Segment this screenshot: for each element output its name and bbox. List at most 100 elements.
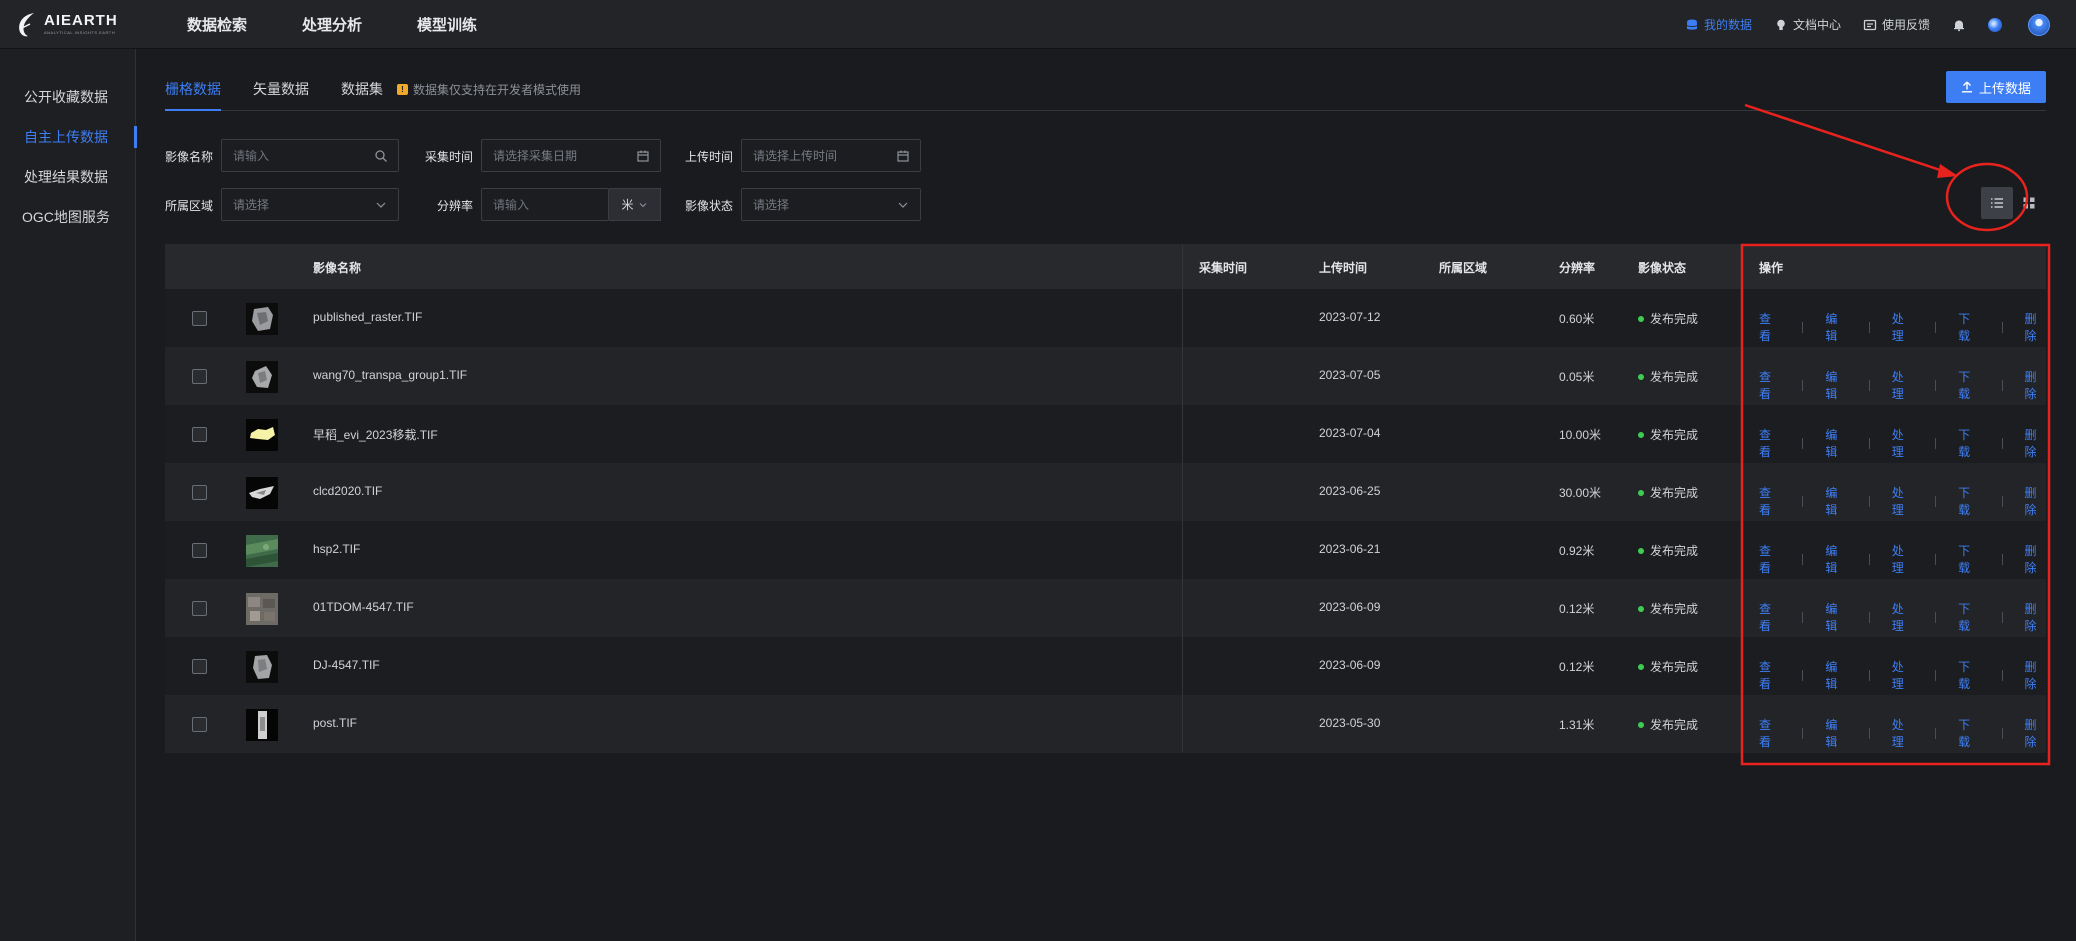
collect-date-picker[interactable]: 请选择采集日期 (481, 139, 661, 172)
process-button[interactable]: 处理 (1892, 484, 1913, 518)
row-actions: 查看 编辑 处理 下载 删除 (1759, 600, 2046, 634)
process-button[interactable]: 处理 (1892, 542, 1913, 576)
resolution-unit-select[interactable]: 米 (609, 188, 661, 221)
logo[interactable]: AIEARTH ANALYTICAL INSIGHTS EARTH (14, 10, 118, 38)
logo-name: AIEARTH (44, 12, 118, 29)
edit-button[interactable]: 编辑 (1825, 484, 1846, 518)
view-button[interactable]: 查看 (1759, 310, 1780, 344)
row-upload-time: 2023-06-09 (1319, 600, 1381, 614)
name-search-field[interactable] (221, 139, 399, 172)
delete-button[interactable]: 删除 (2025, 600, 2046, 634)
edit-button[interactable]: 编辑 (1825, 368, 1846, 402)
upload-date-picker[interactable]: 请选择上传时间 (741, 139, 921, 172)
sidebar-item-processing-results[interactable]: 处理结果数据 (0, 159, 136, 195)
edit-button[interactable]: 编辑 (1825, 716, 1846, 750)
row-actions: 查看 编辑 处理 下载 删除 (1759, 484, 2046, 518)
view-button[interactable]: 查看 (1759, 716, 1780, 750)
row-checkbox[interactable] (192, 659, 207, 674)
view-button[interactable]: 查看 (1759, 368, 1780, 402)
download-button[interactable]: 下载 (1958, 658, 1979, 692)
edit-button[interactable]: 编辑 (1825, 426, 1846, 460)
row-resolution: 1.31米 (1559, 718, 1595, 732)
process-button[interactable]: 处理 (1892, 426, 1913, 460)
docs-link[interactable]: 文档中心 (1774, 16, 1841, 33)
delete-button[interactable]: 删除 (2025, 368, 2046, 402)
upload-data-button[interactable]: 上传数据 (1946, 71, 2046, 103)
my-data-link[interactable]: 我的数据 (1685, 16, 1752, 33)
table-row: 01TDOM-4547.TIF 2023-06-09 0.12米 发布完成 查看… (165, 579, 2046, 637)
row-checkbox[interactable] (192, 427, 207, 442)
sidebar-item-public-favorites[interactable]: 公开收藏数据 (0, 79, 136, 115)
view-button[interactable]: 查看 (1759, 484, 1780, 518)
list-view-button[interactable] (1981, 187, 2013, 219)
view-button[interactable]: 查看 (1759, 426, 1780, 460)
status-dot (1638, 547, 1644, 554)
edit-button[interactable]: 编辑 (1825, 542, 1846, 576)
op-separator (2001, 727, 2003, 739)
delete-button[interactable]: 删除 (2025, 542, 2046, 576)
status-select[interactable]: 请选择 (741, 188, 921, 221)
edit-button[interactable]: 编辑 (1825, 310, 1846, 344)
status-dot (1638, 373, 1644, 380)
process-button[interactable]: 处理 (1892, 658, 1913, 692)
row-upload-time: 2023-05-30 (1319, 716, 1381, 730)
op-separator (1868, 379, 1870, 391)
grid-view-button[interactable] (2013, 187, 2045, 219)
row-checkbox[interactable] (192, 717, 207, 732)
process-button[interactable]: 处理 (1892, 368, 1913, 402)
download-button[interactable]: 下载 (1958, 368, 1979, 402)
op-separator (1935, 379, 1937, 391)
chevron-down-icon (376, 202, 386, 208)
row-status: 发布完成 (1638, 426, 1698, 443)
notifications-button[interactable] (1952, 18, 1966, 32)
tab-vector[interactable]: 矢量数据 (253, 79, 309, 99)
tab-dataset[interactable]: 数据集 (341, 79, 383, 99)
nav-data-search[interactable]: 数据检索 (187, 14, 247, 35)
row-checkbox[interactable] (192, 369, 207, 384)
nav-model-training[interactable]: 模型训练 (417, 14, 477, 35)
row-checkbox[interactable] (192, 601, 207, 616)
image-thumbnail (246, 535, 278, 567)
row-status: 发布完成 (1638, 542, 1698, 559)
resolution-field[interactable] (481, 188, 609, 221)
download-button[interactable]: 下载 (1958, 716, 1979, 750)
view-button[interactable]: 查看 (1759, 600, 1780, 634)
view-button[interactable]: 查看 (1759, 658, 1780, 692)
row-checkbox[interactable] (192, 311, 207, 326)
process-button[interactable]: 处理 (1892, 310, 1913, 344)
row-resolution: 0.12米 (1559, 660, 1595, 674)
row-actions: 查看 编辑 处理 下载 删除 (1759, 658, 2046, 692)
search-icon[interactable] (374, 149, 388, 163)
row-resolution: 30.00米 (1559, 486, 1602, 500)
download-button[interactable]: 下载 (1958, 600, 1979, 634)
delete-button[interactable]: 删除 (2025, 484, 2046, 518)
process-button[interactable]: 处理 (1892, 716, 1913, 750)
region-select[interactable]: 请选择 (221, 188, 399, 221)
edit-button[interactable]: 编辑 (1825, 658, 1846, 692)
language-button[interactable] (1988, 17, 2002, 32)
download-button[interactable]: 下载 (1958, 310, 1979, 344)
delete-button[interactable]: 删除 (2025, 658, 2046, 692)
resolution-input[interactable] (493, 197, 608, 212)
op-separator (1868, 727, 1870, 739)
row-checkbox[interactable] (192, 485, 207, 500)
row-status: 发布完成 (1638, 484, 1698, 501)
delete-button[interactable]: 删除 (2025, 310, 2046, 344)
row-name: 01TDOM-4547.TIF (313, 600, 414, 614)
view-button[interactable]: 查看 (1759, 542, 1780, 576)
edit-button[interactable]: 编辑 (1825, 600, 1846, 634)
row-checkbox[interactable] (192, 543, 207, 558)
delete-button[interactable]: 删除 (2025, 426, 2046, 460)
sidebar-item-ogc-services[interactable]: OGC地图服务 (0, 199, 136, 235)
sidebar-item-self-uploaded[interactable]: 自主上传数据 (0, 119, 137, 155)
delete-button[interactable]: 删除 (2025, 716, 2046, 750)
top-right-menu: 我的数据 文档中心 使用反馈 (1663, 0, 2050, 49)
download-button[interactable]: 下载 (1958, 542, 1979, 576)
nav-processing[interactable]: 处理分析 (302, 14, 362, 35)
feedback-link[interactable]: 使用反馈 (1863, 16, 1930, 33)
avatar[interactable] (2028, 13, 2050, 36)
tab-raster[interactable]: 栅格数据 (165, 79, 221, 111)
process-button[interactable]: 处理 (1892, 600, 1913, 634)
download-button[interactable]: 下载 (1958, 426, 1979, 460)
download-button[interactable]: 下载 (1958, 484, 1979, 518)
